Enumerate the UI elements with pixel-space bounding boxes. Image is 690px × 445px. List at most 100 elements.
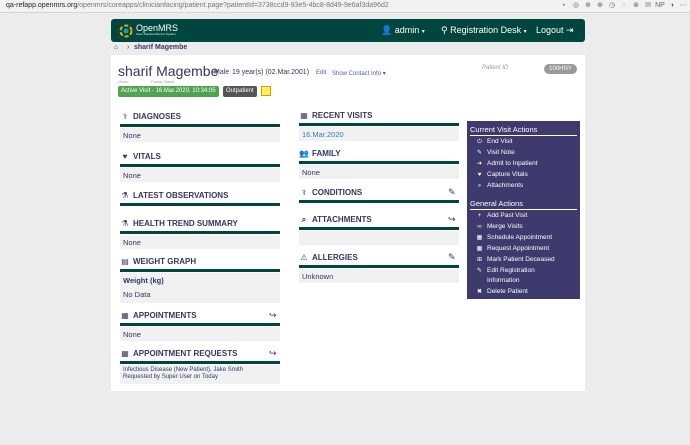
sidebar-divider <box>470 209 577 210</box>
appointment-request-line: Requested by Super User on Today <box>123 374 218 380</box>
location-menu[interactable]: ⚲ Registration Desk ▾ <box>441 25 527 36</box>
browser-url-bar[interactable]: qa-refapp.openmrs.org/openmrs/coreapps/c… <box>0 0 690 13</box>
openmrs-logo-icon[interactable] <box>119 24 133 38</box>
edit-registration-action[interactable]: ✎ Edit Registration <box>475 267 535 274</box>
patient-age: 19 year(s) (02.Mar.2001) <box>232 69 310 76</box>
extension-icon[interactable]: ◎ <box>572 2 580 10</box>
profile-icon[interactable]: ◑ <box>668 2 676 10</box>
active-visit-tag[interactable]: Active Visit - 16.Mar.2020, 10:34:05 <box>118 86 219 97</box>
delete-icon: ✖ <box>476 289 483 295</box>
card-divider <box>299 200 459 203</box>
appointment-request-line: Infectious Disease (New Patient), Jake S… <box>123 367 244 373</box>
current-visit-actions-title: Current Visit Actions <box>470 125 538 134</box>
diagnoses-card: ⚕ DIAGNOSES None <box>120 112 280 142</box>
request-appointment-action[interactable]: ▦ Request Appointment <box>475 245 550 252</box>
health-trend-title: ⚗ HEALTH TREND SUMMARY <box>121 219 238 228</box>
url-text[interactable]: qa-refapp.openmrs.org/openmrs/coreapps/c… <box>6 2 389 9</box>
weight-graph-label: Weight (kg) <box>123 276 164 285</box>
logout-link[interactable]: Logout ⇥ <box>536 25 574 36</box>
appointments-title: ▦ APPOINTMENTS <box>121 311 197 320</box>
stethoscope-icon: ⚕ <box>122 112 128 121</box>
logout-label: Logout <box>536 25 564 35</box>
calendar-icon: ▦ <box>121 349 129 358</box>
weight-graph-nodata: No Data <box>123 290 151 299</box>
sidebar-divider <box>470 135 577 136</box>
users-icon: 👥 <box>299 149 309 158</box>
logo-subtext: Open Medical Record System <box>136 32 176 36</box>
calendar-icon: ▦ <box>476 235 483 241</box>
vitals-title: ♥ VITALS <box>120 152 161 161</box>
visit-note-action[interactable]: ✎ Visit Note <box>475 149 515 156</box>
share-arrow-icon[interactable]: ↪ <box>269 348 277 359</box>
card-divider <box>299 265 459 268</box>
patient-given-name: sharif <box>118 63 153 79</box>
show-contact-info-link[interactable]: Show Contact Info ▾ <box>332 70 386 77</box>
share-arrow-icon[interactable]: ↪ <box>448 214 456 225</box>
extension-icon[interactable]: ⊗ <box>632 2 640 10</box>
breadcrumb: ⌂ › sharif Magembe <box>111 42 585 55</box>
chevron-down-icon: ▾ <box>523 29 527 35</box>
visit-note-icon: ✎ <box>476 150 483 156</box>
card-divider <box>120 323 280 326</box>
paperclip-icon: ⌕ <box>477 183 482 189</box>
vitals-icon: ♥ <box>477 172 482 178</box>
edit-patient-link[interactable]: Edit <box>316 70 326 76</box>
admit-inpatient-action[interactable]: ➜ Admit to Inpatient <box>475 160 538 167</box>
vitals-body: None <box>120 168 280 182</box>
microscope-icon: ⚗ <box>121 219 129 228</box>
extension-np-icon[interactable]: NP <box>654 2 666 10</box>
schedule-appointment-action[interactable]: ▦ Schedule Appointment <box>475 234 552 241</box>
pencil-icon[interactable]: ✎ <box>448 252 456 263</box>
user-menu[interactable]: 👤 admin ▾ <box>381 25 425 36</box>
diagnoses-body: None <box>120 128 280 142</box>
vitals-card: ♥ VITALS None <box>120 152 280 182</box>
delete-patient-action[interactable]: ✖ Delete Patient <box>475 288 528 295</box>
conditions-card: ⚕ CONDITIONS ✎ <box>299 187 459 204</box>
conditions-title: ⚕ CONDITIONS <box>299 188 362 197</box>
given-label: Given <box>118 79 129 84</box>
appointment-requests-title: ▦ APPOINTMENT REQUESTS <box>121 349 238 358</box>
observations-title: ⚗ LATEST OBSERVATIONS <box>121 191 229 200</box>
diagnoses-title: ⚕ DIAGNOSES <box>120 112 181 121</box>
location-pin-icon: ⚲ <box>441 25 448 35</box>
admit-icon: ➜ <box>476 161 483 167</box>
attachments-title: ⌕ ATTACHMENTS <box>299 215 372 225</box>
appointments-body: None <box>120 327 280 341</box>
heartbeat-icon: ♥ <box>122 152 128 161</box>
mark-deceased-action[interactable]: ⊞ Mark Patient Deceased <box>475 256 555 263</box>
patient-dashboard: sharif Magembe Given Family Name Male 19… <box>111 55 585 391</box>
app-header: OpenMRS Open Medical Record System 👤 adm… <box>111 19 585 42</box>
extension-icon[interactable]: ◷ <box>608 2 616 10</box>
card-divider <box>299 123 459 126</box>
capture-vitals-action[interactable]: ♥ Capture Vitals <box>475 171 528 178</box>
extension-icon[interactable]: ✉ <box>644 2 652 10</box>
calendar-icon: ▦ <box>476 246 483 252</box>
share-arrow-icon[interactable]: ↪ <box>269 310 277 321</box>
patient-gender: Male <box>214 69 230 76</box>
edit-registration-line2[interactable]: Information <box>487 277 520 284</box>
weight-graph-card: ▤ WEIGHT GRAPH Weight (kg) No Data <box>120 257 280 303</box>
bookmark-star-icon[interactable]: ⋆ <box>560 2 568 10</box>
extension-icon[interactable]: ⊕ <box>596 2 604 10</box>
patient-name: sharif Magembe <box>118 63 218 79</box>
paperclip-icon: ⌕ <box>301 215 307 224</box>
chart-icon: ▤ <box>121 257 129 266</box>
breadcrumb-sep: › <box>127 44 130 51</box>
end-visit-icon: ⏻ <box>477 139 482 145</box>
sticky-note-icon[interactable] <box>261 86 271 96</box>
merge-visits-action[interactable]: ∞ Merge Visits <box>475 223 522 230</box>
extension-icon[interactable]: ⊕ <box>584 2 592 10</box>
recent-visit-link[interactable]: 16.Mar.2020 <box>299 127 459 141</box>
add-past-visit-action[interactable]: + Add Past Visit <box>475 212 528 219</box>
plus-icon: + <box>477 213 482 219</box>
extension-icon[interactable]: ◌ <box>620 2 628 10</box>
actions-sidebar: Current Visit Actions ⏻ End Visit ✎ Visit … <box>467 121 580 299</box>
appointment-requests-card: ▦ APPOINTMENT REQUESTS ↪ Infectious Disea… <box>120 348 280 384</box>
pencil-icon[interactable]: ✎ <box>448 187 456 198</box>
browser-menu-icon[interactable]: ⋯ <box>679 2 687 10</box>
family-card: 👥 FAMILY None <box>299 149 459 179</box>
home-icon[interactable]: ⌂ <box>114 44 118 51</box>
attachments-action[interactable]: ⌕ Attachments <box>475 182 523 190</box>
end-visit-action[interactable]: ⏻ End Visit <box>475 138 512 146</box>
url-path: /openmrs/coreapps/clinicianfacing/patien… <box>77 2 389 9</box>
